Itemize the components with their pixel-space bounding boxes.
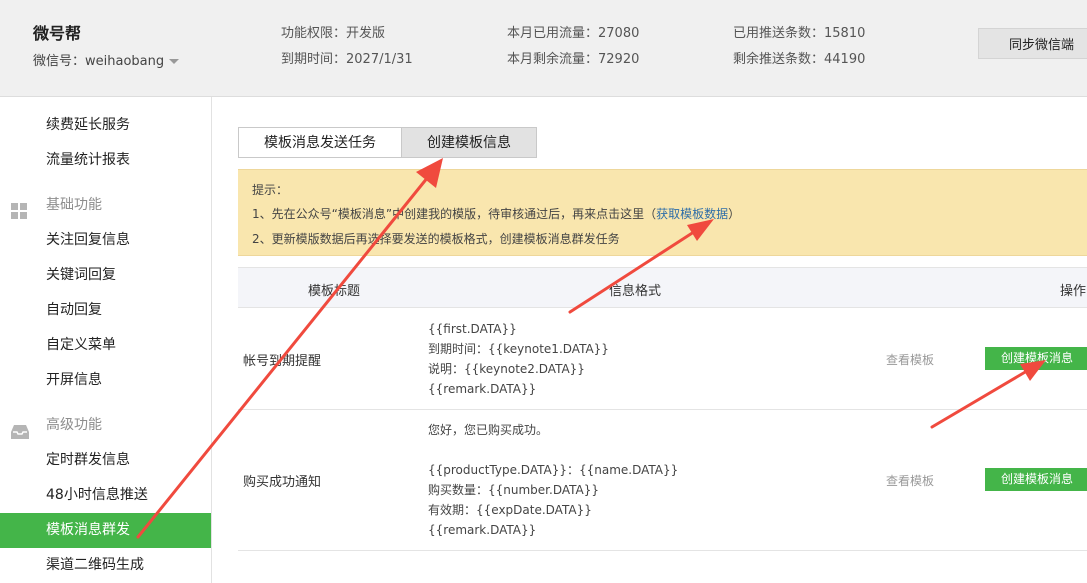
sidebar-item-channel-qrcode[interactable]: 渠道二维码生成: [0, 548, 211, 583]
sidebar-item-splash-info[interactable]: 开屏信息: [0, 363, 211, 398]
notice-line-1-text: 1、先在公众号“模板消息”中创建我的模版，待审核通过后，再来点击这里（: [252, 207, 657, 221]
tips-notice: 提示： 1、先在公众号“模板消息”中创建我的模版，待审核通过后，再来点击这里（获…: [238, 169, 1087, 256]
sidebar-item-template-mass[interactable]: 模板消息群发: [0, 513, 211, 548]
tab-bar: 模板消息发送任务 创建模板信息: [238, 127, 537, 159]
format-line: 到期时间：{{keynote1.DATA}}: [428, 342, 609, 356]
sync-wechat-button[interactable]: 同步微信端: [978, 28, 1087, 59]
chevron-down-icon: [169, 59, 180, 64]
format-line: 购买数量：{{number.DATA}}: [428, 483, 600, 497]
row-title: 帐号到期提醒: [243, 354, 322, 369]
header-operation: 操作: [1060, 284, 1087, 299]
sidebar-item-traffic-report[interactable]: 流量统计报表: [0, 143, 211, 178]
format-line: {{first.DATA}}: [428, 322, 517, 336]
notice-line-1: 1、先在公众号“模板消息”中创建我的模版，待审核通过后，再来点击这里（获取模板数…: [252, 205, 740, 222]
row-title: 购买成功通知: [243, 475, 322, 490]
stat-permission: 功能权限：开发版: [281, 26, 386, 41]
table-header: 模板标题 信息格式 操作: [238, 267, 1087, 308]
format-line: 有效期：{{expDate.DATA}}: [428, 503, 592, 517]
sidebar-item-follow-reply[interactable]: 关注回复信息: [0, 223, 211, 258]
sidebar-section-advanced: 高级功能: [0, 408, 211, 443]
stat-used-push: 已用推送条数：15810: [733, 26, 866, 41]
tab-create-template-info[interactable]: 创建模板信息: [402, 127, 537, 158]
view-template-link[interactable]: 查看模板: [886, 351, 934, 368]
stat-used-traffic: 本月已用流量：27080: [507, 26, 640, 41]
notice-line-2: 2、更新模版数据后再选择要发送的模板格式，创建模板消息群发任务: [252, 232, 620, 246]
tab-template-send-tasks[interactable]: 模板消息发送任务: [238, 127, 402, 158]
sidebar-item-keyword-reply[interactable]: 关键词回复: [0, 258, 211, 293]
view-template-link[interactable]: 查看模板: [886, 472, 934, 489]
row-format: {{first.DATA}} 到期时间：{{keynote1.DATA}} 说明…: [428, 319, 609, 399]
sidebar: 续费延长服务 流量统计报表 基础功能 关注回复信息 关键词回复 自动回复 自定义…: [0, 97, 212, 583]
header-info-format: 信息格式: [609, 284, 662, 299]
sidebar-section-basic: 基础功能: [0, 188, 211, 223]
row-format: 您好，您已购买成功。 {{productType.DATA}}：{{name.D…: [428, 420, 678, 540]
header-template-title: 模板标题: [308, 284, 361, 299]
format-line: {{remark.DATA}}: [428, 382, 537, 396]
table-row: 购买成功通知 您好，您已购买成功。 {{productType.DATA}}：{…: [238, 410, 1087, 551]
stat-expire: 到期时间：2027/1/31: [281, 52, 413, 67]
sidebar-item-custom-menu[interactable]: 自定义菜单: [0, 328, 211, 363]
format-line: {{productType.DATA}}：{{name.DATA}}: [428, 463, 679, 477]
format-line: 您好，您已购买成功。: [428, 423, 549, 437]
top-header: 微号帮 微信号：weihaobang 功能权限：开发版 到期时间：2027/1/…: [0, 0, 1087, 97]
format-line: 说明：{{keynote2.DATA}}: [428, 362, 585, 376]
format-line: {{remark.DATA}}: [428, 523, 537, 537]
notice-line-1-end: ）: [728, 207, 741, 221]
sidebar-item-scheduled-mass[interactable]: 定时群发信息: [0, 443, 211, 478]
brand-name: 微号帮: [33, 24, 82, 43]
create-template-message-button[interactable]: 创建模板消息: [985, 468, 1087, 491]
account-id: 微信号：weihaobang: [33, 54, 165, 69]
account-switcher[interactable]: 微信号：weihaobang: [33, 50, 180, 69]
sidebar-section-label: 高级功能: [46, 417, 102, 433]
stat-remaining-traffic: 本月剩余流量：72920: [507, 52, 640, 67]
stat-remaining-push: 剩余推送条数：44190: [733, 52, 866, 67]
sidebar-item-auto-reply[interactable]: 自动回复: [0, 293, 211, 328]
sidebar-item-48h-push[interactable]: 48小时信息推送: [0, 478, 211, 513]
table-row: 帐号到期提醒 {{first.DATA}} 到期时间：{{keynote1.DA…: [238, 309, 1087, 410]
create-template-message-button[interactable]: 创建模板消息: [985, 347, 1087, 370]
sidebar-item-renew[interactable]: 续费延长服务: [0, 108, 211, 143]
fetch-template-data-link[interactable]: 获取模板数据: [656, 207, 728, 221]
notice-title: 提示：: [252, 183, 289, 197]
format-blank-line: [428, 440, 678, 460]
sidebar-section-label: 基础功能: [46, 197, 102, 213]
